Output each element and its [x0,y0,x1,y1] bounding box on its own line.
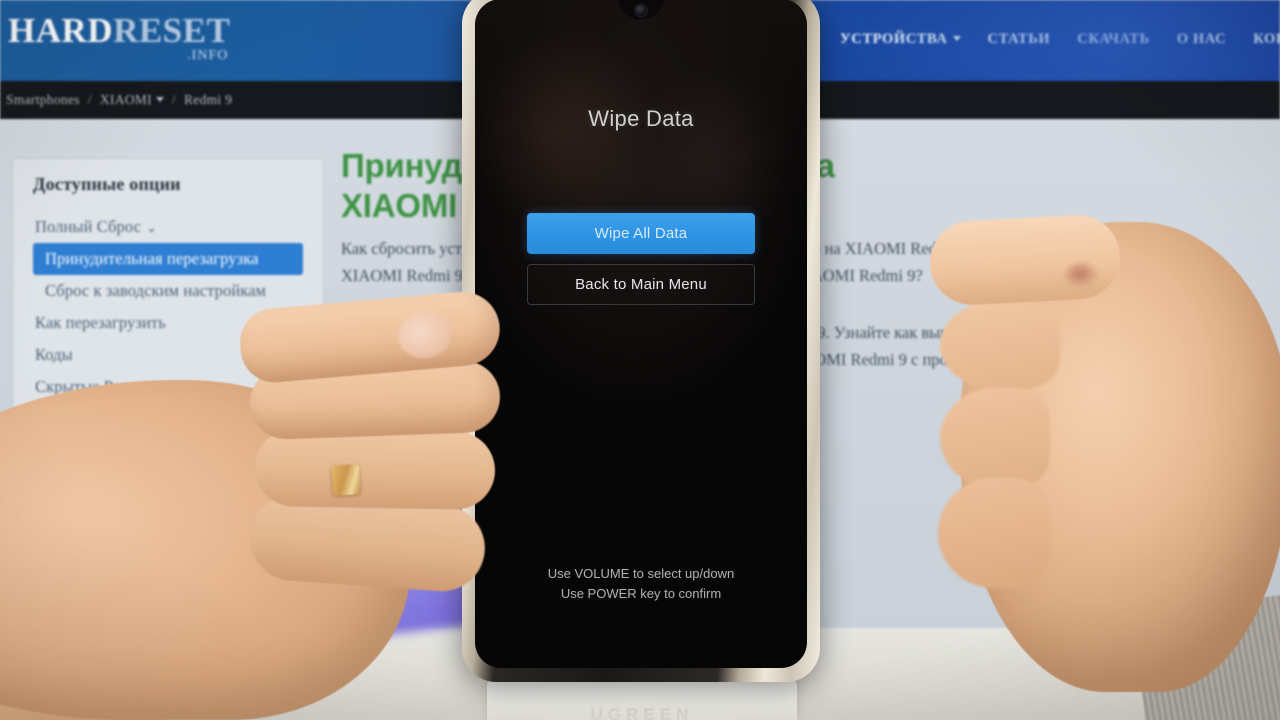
recovery-menu: Wipe All Data Back to Main Menu [527,213,755,305]
breadcrumb-item-smartphones[interactable]: Smartphones [6,92,80,108]
recovery-hint-line-1: Use VOLUME to select up/down [547,566,735,582]
right-hand-skin-mark [1065,262,1099,288]
recovery-title: Wipe Data [588,106,694,131]
right-hand-knuckle-1 [940,300,1060,390]
main-nav: УСТРОЙСТВА СТАТЬИ СКАЧАТЬ О НАС КОНТАКТ [840,31,1280,48]
screenshot-stage: HARDRESET .INFO УСТРОЙСТВА СТАТЬИ СКАЧАТ… [0,0,1280,720]
finger-ring [330,464,362,496]
nav-item-download[interactable]: СКАЧАТЬ [1077,31,1150,48]
logo-text-hard: HARD [8,11,114,50]
wipe-all-data-button[interactable]: Wipe All Data [527,213,755,254]
left-hand-finger-3 [254,427,496,511]
right-hand-knuckle-3 [938,478,1050,588]
logo-text-reset: RESET [113,11,231,50]
dock-brand-label: UGREEN [590,705,694,720]
breadcrumb-item-xiaomi[interactable]: XIAOMI [100,92,164,108]
recovery-hint-line-2: Use POWER key to confirm [560,586,722,602]
chevron-down-icon: ⌄ [146,220,158,235]
sidebar-item-factory-reset[interactable]: Сброс к заводским настройкам [33,275,313,307]
chevron-down-icon [155,97,164,102]
nav-item-devices[interactable]: УСТРОЙСТВА [840,31,961,48]
nav-item-about[interactable]: О НАС [1177,31,1226,48]
phone-device: Wipe Data Wipe All Data Back to Main Men… [462,0,820,682]
breadcrumb-item-redmi9[interactable]: Redmi 9 [184,92,232,108]
right-hand-knuckle-2 [940,388,1050,488]
phone-screen: Wipe Data Wipe All Data Back to Main Men… [475,0,807,668]
back-to-main-menu-button[interactable]: Back to Main Menu [527,264,755,305]
breadcrumb-separator: / [87,92,92,107]
right-hand-thumb [927,213,1123,307]
site-logo[interactable]: HARDRESET .INFO [8,13,230,63]
breadcrumb-separator: / [171,92,176,107]
sidebar-item-force-restart[interactable]: Принудительная перезагрузка [33,243,303,275]
recovery-hint: Use VOLUME to select up/down Use POWER k… [475,565,807,604]
sidebar-item-full-reset[interactable]: Полный Сброс ⌄ [33,211,313,243]
nav-item-articles[interactable]: СТАТЬИ [988,31,1051,48]
chevron-down-icon [952,36,961,41]
front-camera-icon [635,5,647,16]
phone-dock: UGREEN [487,680,797,720]
breadcrumb: Smartphones / XIAOMI / Redmi 9 [6,92,232,108]
logo-text-tld: .INFO [187,48,229,63]
sidebar-title: Доступные опции [33,174,181,194]
nav-item-contact[interactable]: КОНТАКТ [1253,31,1280,48]
